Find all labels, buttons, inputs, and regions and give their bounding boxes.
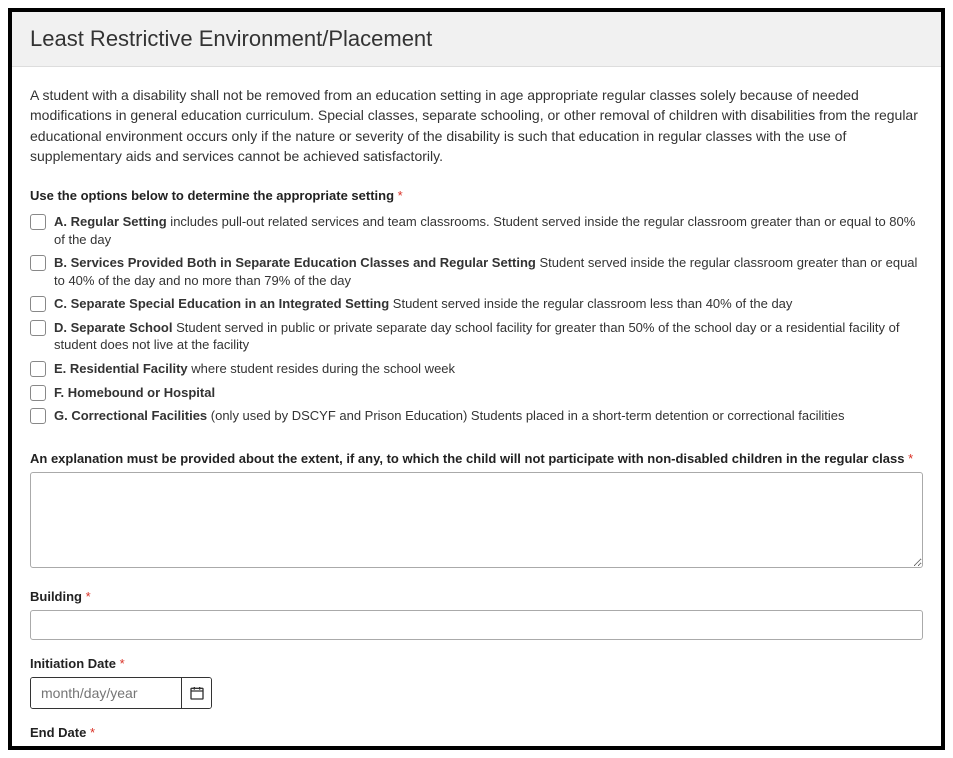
option-lead: E. Residential Facility <box>54 361 188 376</box>
option-row: F. Homebound or Hospital <box>30 384 923 402</box>
option-text: C. Separate Special Education in an Inte… <box>54 295 923 313</box>
option-text: F. Homebound or Hospital <box>54 384 923 402</box>
option-rest: where student resides during the school … <box>188 361 455 376</box>
option-text: E. Residential Facility where student re… <box>54 360 923 378</box>
option-lead: G. Correctional Facilities <box>54 408 207 423</box>
explanation-textarea[interactable] <box>30 472 923 568</box>
calendar-button[interactable] <box>181 678 211 708</box>
explanation-field: An explanation must be provided about th… <box>30 451 923 573</box>
option-text: A. Regular Setting includes pull-out rel… <box>54 213 923 248</box>
explanation-label-text: An explanation must be provided about th… <box>30 451 904 466</box>
options-group: A. Regular Setting includes pull-out rel… <box>30 213 923 424</box>
checkbox-option-b[interactable] <box>30 255 46 271</box>
option-row: A. Regular Setting includes pull-out rel… <box>30 213 923 248</box>
option-lead: F. Homebound or Hospital <box>54 385 215 400</box>
calendar-icon <box>189 685 205 701</box>
required-marker: * <box>120 656 125 671</box>
option-lead: D. Separate School <box>54 320 172 335</box>
checkbox-option-c[interactable] <box>30 296 46 312</box>
checkbox-option-e[interactable] <box>30 361 46 377</box>
form-header: Least Restrictive Environment/Placement <box>12 12 941 67</box>
option-lead: A. Regular Setting <box>54 214 167 229</box>
initiation-date-field: Initiation Date * <box>30 656 923 709</box>
building-input[interactable] <box>30 610 923 640</box>
intro-paragraph: A student with a disability shall not be… <box>30 85 923 166</box>
building-field: Building * <box>30 589 923 640</box>
option-row: D. Separate School Student served in pub… <box>30 319 923 354</box>
option-row: E. Residential Facility where student re… <box>30 360 923 378</box>
checkbox-option-d[interactable] <box>30 320 46 336</box>
options-label-text: Use the options below to determine the a… <box>30 188 394 203</box>
required-marker: * <box>908 451 913 466</box>
end-date-field: End Date * <box>30 725 923 740</box>
building-label: Building * <box>30 589 923 604</box>
option-row: C. Separate Special Education in an Inte… <box>30 295 923 313</box>
option-rest: includes pull-out related services and t… <box>54 214 915 247</box>
end-date-label: End Date * <box>30 725 923 740</box>
option-row: B. Services Provided Both in Separate Ed… <box>30 254 923 289</box>
option-text: D. Separate School Student served in pub… <box>54 319 923 354</box>
option-rest: Student served inside the regular classr… <box>389 296 792 311</box>
checkbox-option-g[interactable] <box>30 408 46 424</box>
option-text: G. Correctional Facilities (only used by… <box>54 407 923 425</box>
option-lead: C. Separate Special Education in an Inte… <box>54 296 389 311</box>
initiation-date-label: Initiation Date * <box>30 656 923 671</box>
option-lead: B. Services Provided Both in Separate Ed… <box>54 255 536 270</box>
option-rest: Student served in public or private sepa… <box>54 320 899 353</box>
checkbox-option-f[interactable] <box>30 385 46 401</box>
initiation-date-wrap <box>30 677 212 709</box>
option-rest: (only used by DSCYF and Prison Education… <box>207 408 844 423</box>
option-row: G. Correctional Facilities (only used by… <box>30 407 923 425</box>
initiation-date-label-text: Initiation Date <box>30 656 116 671</box>
explanation-label: An explanation must be provided about th… <box>30 451 923 466</box>
required-marker: * <box>86 589 91 604</box>
form-content: A student with a disability shall not be… <box>12 67 941 740</box>
required-marker: * <box>398 188 403 203</box>
checkbox-option-a[interactable] <box>30 214 46 230</box>
form-frame: Least Restrictive Environment/Placement … <box>8 8 945 750</box>
end-date-label-text: End Date <box>30 725 86 740</box>
option-text: B. Services Provided Both in Separate Ed… <box>54 254 923 289</box>
options-section-label: Use the options below to determine the a… <box>30 188 923 203</box>
initiation-date-input[interactable] <box>31 678 181 708</box>
building-label-text: Building <box>30 589 82 604</box>
required-marker: * <box>90 725 95 740</box>
page-title: Least Restrictive Environment/Placement <box>30 26 923 52</box>
